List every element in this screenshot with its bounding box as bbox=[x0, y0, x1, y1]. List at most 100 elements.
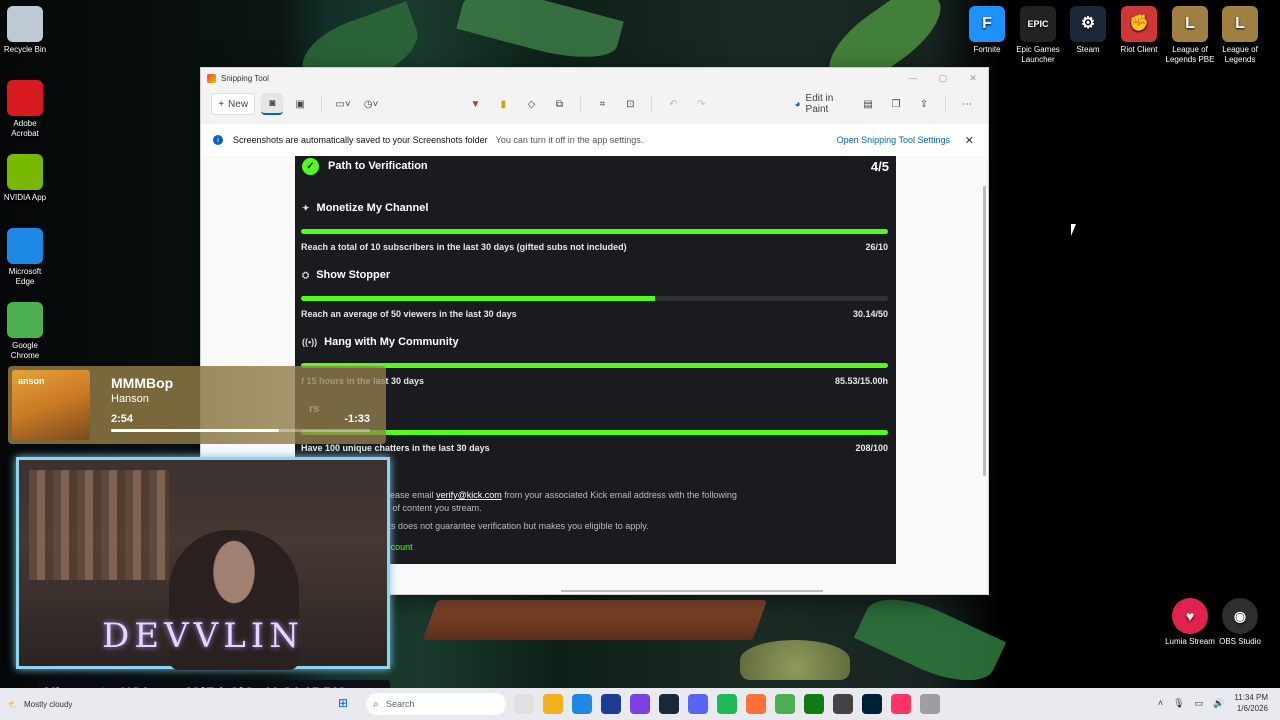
taskbar-clock[interactable]: 11:34 PM 1/6/2026 bbox=[1234, 692, 1268, 714]
info-bar: i Screenshots are automatically saved to… bbox=[201, 124, 988, 156]
info-icon: i bbox=[213, 135, 223, 145]
taskbar-app-icon[interactable] bbox=[630, 694, 650, 714]
edit-in-paint-button[interactable]: ◕ Edit in Paint bbox=[795, 93, 852, 115]
desktop-icon[interactable]: ⚙ Steam bbox=[1063, 6, 1113, 55]
desktop-icon-label: Fortnite bbox=[973, 45, 1001, 54]
taskbar-app-icon[interactable] bbox=[891, 694, 911, 714]
vertical-scrollbar[interactable] bbox=[983, 186, 986, 476]
taskbar-app-icon[interactable] bbox=[514, 694, 534, 714]
webcam-background-shelf bbox=[29, 470, 169, 580]
taskbar-date: 1/6/2026 bbox=[1236, 704, 1268, 713]
desktop-icon[interactable]: ◉ OBS Studio bbox=[1215, 598, 1265, 647]
search-icon: ⌕ bbox=[373, 698, 379, 710]
verification-header: ✓ Path to Verification 4/5 bbox=[295, 156, 896, 176]
taskbar-weather[interactable]: ⛅ Mostly cloudy bbox=[8, 700, 72, 709]
taskbar-app-icon[interactable] bbox=[601, 694, 621, 714]
taskbar-time: 11:34 PM bbox=[1234, 693, 1268, 702]
requirement-value: 30.14/50 bbox=[852, 309, 888, 319]
minimize-button[interactable]: — bbox=[898, 73, 928, 84]
text-actions-icon: ⊡ bbox=[626, 98, 635, 110]
desktop-icon[interactable]: ✊ Riot Client bbox=[1114, 6, 1164, 55]
desktop-icon[interactable]: EPIC Epic Games Launcher bbox=[1013, 6, 1063, 65]
nvidia-icon bbox=[7, 154, 43, 190]
save-button[interactable]: ▤ bbox=[857, 93, 879, 115]
taskbar-app-icon[interactable] bbox=[833, 694, 853, 714]
taskbar-app-icon[interactable] bbox=[862, 694, 882, 714]
chrome-icon bbox=[7, 302, 43, 338]
share-button[interactable]: ⇪ bbox=[913, 93, 935, 115]
email-note-suffix: from your associated Kick email address … bbox=[504, 490, 737, 500]
shapes-icon: ⧉ bbox=[555, 98, 563, 110]
shapes-button[interactable]: ⧉ bbox=[548, 93, 570, 115]
wallpaper-leaf bbox=[853, 583, 1007, 688]
taskbar-app-icon[interactable] bbox=[920, 694, 940, 714]
redo-button[interactable]: ↷ bbox=[690, 93, 712, 115]
title-bar[interactable]: Snipping Tool — ▢ ✕ bbox=[201, 68, 988, 88]
pen-tool-button[interactable]: ▼ bbox=[464, 93, 486, 115]
taskbar-app-icon[interactable] bbox=[543, 694, 563, 714]
network-icon[interactable]: ▭ bbox=[1195, 698, 1204, 709]
maximize-button[interactable]: ▢ bbox=[928, 73, 958, 84]
desktop-icon[interactable]: Microsoft Edge bbox=[0, 228, 50, 287]
toolbar-divider bbox=[580, 96, 582, 112]
highlighter-button[interactable]: ▮ bbox=[492, 93, 514, 115]
desktop-icon[interactable]: Recycle Bin bbox=[0, 6, 50, 55]
screenshot-mode-button[interactable]: ◙ bbox=[261, 93, 284, 115]
wallpaper-herb bbox=[740, 640, 850, 680]
requirement-progress-bar bbox=[301, 296, 888, 301]
text-actions-button[interactable]: ⊡ bbox=[619, 93, 641, 115]
wallpaper-wood bbox=[422, 600, 768, 640]
taskbar-search[interactable]: ⌕ Search bbox=[366, 693, 506, 715]
copy-button[interactable]: ❐ bbox=[885, 93, 907, 115]
dismiss-info-close-icon[interactable]: ✕ bbox=[965, 134, 974, 147]
desktop-icon[interactable]: L League of Legends bbox=[1215, 6, 1265, 65]
taskbar-app-icon[interactable] bbox=[746, 694, 766, 714]
horizontal-scrollbar[interactable] bbox=[561, 590, 823, 592]
verify-email-link[interactable]: verify@kick.com bbox=[436, 490, 502, 500]
toolbar-divider bbox=[945, 96, 946, 112]
close-button[interactable]: ✕ bbox=[958, 73, 988, 84]
new-button[interactable]: + New bbox=[211, 93, 256, 115]
song-progress-bar bbox=[111, 429, 370, 432]
desktop-icon[interactable]: NVIDIA App bbox=[0, 154, 50, 203]
plus-icon: + bbox=[218, 98, 225, 110]
desktop-icon[interactable]: F Fortnite bbox=[962, 6, 1012, 55]
search-placeholder: Search bbox=[386, 699, 415, 709]
requirement-title: ⛭ Show Stopper bbox=[302, 269, 390, 281]
undo-button[interactable]: ↶ bbox=[662, 93, 684, 115]
taskbar-app-icon[interactable] bbox=[717, 694, 737, 714]
taskbar-app-icon[interactable] bbox=[804, 694, 824, 714]
crop-button[interactable]: ⌗ bbox=[591, 93, 613, 115]
desktop-icon[interactable]: L League of Legends PBE bbox=[1165, 6, 1215, 65]
desktop-icon[interactable]: ♥ Lumia Stream bbox=[1165, 598, 1215, 647]
tray-overflow-chevron-icon[interactable]: ˄ bbox=[1158, 698, 1163, 708]
video-mode-button[interactable]: ▣ bbox=[289, 93, 311, 115]
open-settings-link[interactable]: Open Snipping Tool Settings bbox=[837, 135, 950, 145]
requirement-icon: ✦ bbox=[302, 202, 310, 213]
requirement-title-text: Show Stopper bbox=[316, 269, 391, 281]
delay-dropdown[interactable]: ◷˅ bbox=[360, 93, 382, 115]
edge-icon bbox=[7, 228, 43, 264]
weather-icon: ⛅ bbox=[8, 699, 18, 709]
microphone-icon[interactable]: 🎙 bbox=[1173, 698, 1184, 709]
requirement-row: Reach a total of 10 subscribers in the l… bbox=[301, 242, 888, 252]
album-art-text: anson bbox=[18, 376, 45, 386]
requirement-progress-bar bbox=[301, 229, 888, 234]
volume-icon[interactable]: 🔊 bbox=[1213, 698, 1224, 709]
requirement-value: 85.53/15.00h bbox=[834, 376, 888, 386]
start-button-windows-icon[interactable]: ⊞ bbox=[338, 696, 348, 710]
taskbar-app-icon[interactable] bbox=[572, 694, 592, 714]
webcam-overlay: DEVVLIN bbox=[16, 457, 390, 670]
eraser-button[interactable]: ◇ bbox=[520, 93, 542, 115]
desktop-icon[interactable]: Google Chrome bbox=[0, 302, 50, 361]
pen-icon: ▼ bbox=[470, 98, 481, 110]
snip-shape-dropdown[interactable]: ▭˅ bbox=[332, 93, 354, 115]
desktop-icon[interactable]: Adobe Acrobat bbox=[0, 80, 50, 139]
more-options-button[interactable]: ⋯ bbox=[956, 93, 978, 115]
taskbar-app-icon[interactable] bbox=[775, 694, 795, 714]
requirement-title: ✦ Monetize My Channel bbox=[302, 202, 428, 214]
taskbar-app-icon[interactable] bbox=[659, 694, 679, 714]
taskbar-app-icon[interactable] bbox=[688, 694, 708, 714]
riot-icon: ✊ bbox=[1121, 6, 1157, 42]
obs-icon: ◉ bbox=[1222, 598, 1258, 634]
